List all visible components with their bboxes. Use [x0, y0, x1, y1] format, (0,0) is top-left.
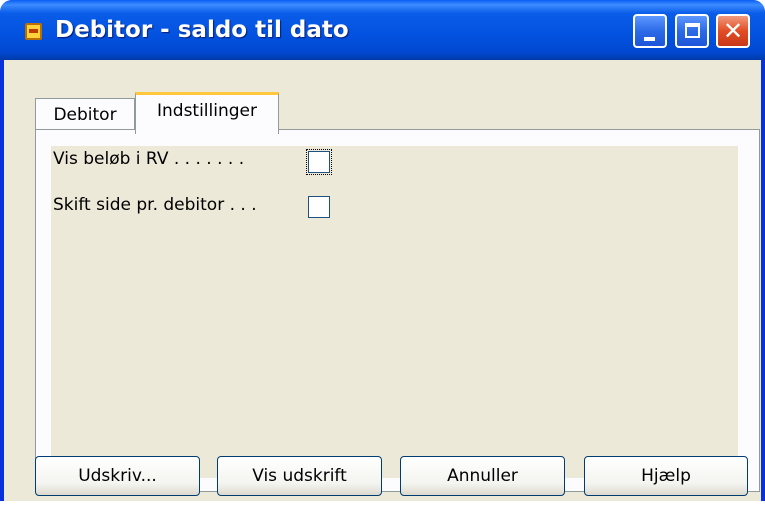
tab-panel-indstillinger: Vis beløb i RV . . . . . . . Skift side … — [35, 129, 760, 492]
cancel-button[interactable]: Annuller — [400, 456, 565, 496]
window-border-left — [0, 60, 4, 513]
dialog-window: Debitor - saldo til dato ✕ Debitor Indst… — [0, 0, 765, 513]
minimize-icon — [644, 37, 655, 41]
show-amount-label: Vis beløb i RV . . . . . . . — [53, 149, 245, 169]
maximize-button[interactable] — [675, 14, 709, 48]
help-button[interactable]: Hjælp — [584, 456, 748, 496]
window-bottom-edge — [0, 501, 765, 513]
print-button[interactable]: Udskriv... — [35, 456, 200, 496]
window-title: Debitor - saldo til dato — [55, 17, 349, 43]
app-icon[interactable] — [25, 23, 42, 40]
page-break-label: Skift side pr. debitor . . . — [53, 195, 257, 215]
options-group: Vis beløb i RV . . . . . . . Skift side … — [51, 146, 738, 478]
minimize-button[interactable] — [633, 14, 667, 48]
title-bar[interactable]: Debitor - saldo til dato ✕ — [0, 0, 765, 60]
close-button[interactable]: ✕ — [716, 14, 750, 48]
maximize-icon — [685, 23, 700, 38]
page-break-checkbox[interactable] — [308, 196, 330, 218]
tab-indstillinger[interactable]: Indstillinger — [135, 92, 279, 134]
close-icon: ✕ — [723, 17, 744, 45]
preview-button[interactable]: Vis udskrift — [217, 456, 382, 496]
tab-debitor[interactable]: Debitor — [35, 98, 135, 133]
dialog-body: Debitor Indstillinger Vis beløb i RV . .… — [4, 60, 761, 513]
window-border-right — [761, 60, 765, 513]
show-amount-checkbox[interactable] — [306, 149, 332, 175]
